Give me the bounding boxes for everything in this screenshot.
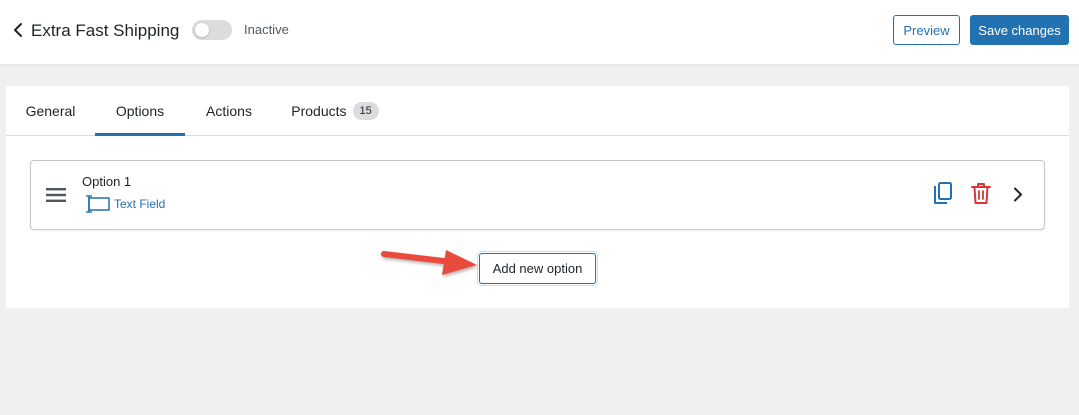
top-bar: Extra Fast Shipping Inactive Preview Sav… [0, 0, 1079, 64]
status-toggle[interactable] [192, 20, 232, 40]
save-changes-button[interactable]: Save changes [970, 15, 1069, 45]
tab-products[interactable]: Products 15 [273, 86, 397, 136]
toggle-knob [195, 23, 209, 37]
tab-label: Options [115, 103, 165, 119]
preview-button[interactable]: Preview [893, 15, 960, 45]
tab-actions[interactable]: Actions [185, 86, 273, 136]
option-type-label: Text Field [114, 197, 166, 211]
drag-handle-icon[interactable] [46, 187, 66, 203]
tab-general[interactable]: General [6, 86, 95, 136]
products-count-badge: 15 [352, 102, 379, 120]
tab-label: Products [291, 103, 347, 119]
add-new-option-button[interactable]: Add new option [479, 253, 596, 284]
option-type-link[interactable]: Text Field [84, 195, 165, 213]
chevron-right-icon[interactable] [1013, 187, 1023, 202]
option-row[interactable]: Option 1 Text Field [30, 160, 1045, 230]
annotation-arrow-icon [381, 250, 477, 275]
tab-label: Actions [206, 103, 252, 119]
options-card: General Options Actions Products 15 Opti… [6, 86, 1069, 308]
page-title: Extra Fast Shipping [31, 21, 180, 40]
tab-bar: General Options Actions Products 15 [6, 86, 1069, 136]
text-field-icon [86, 195, 110, 213]
chevron-left-icon[interactable] [11, 22, 25, 38]
option-title: Option 1 [82, 174, 132, 189]
duplicate-icon[interactable] [932, 182, 952, 206]
status-label: Inactive [244, 22, 289, 37]
trash-icon[interactable] [971, 182, 991, 205]
tab-label: General [25, 103, 76, 119]
tab-options[interactable]: Options [95, 86, 185, 136]
